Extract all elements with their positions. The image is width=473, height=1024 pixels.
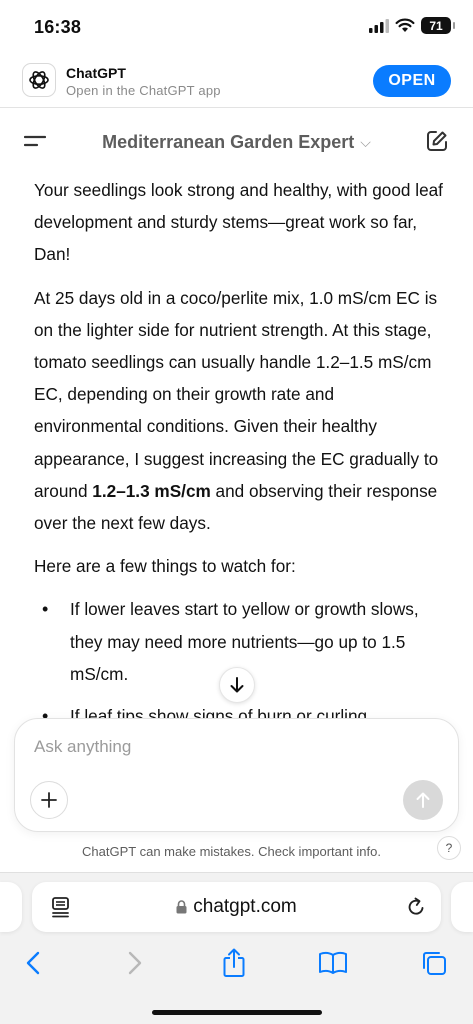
home-indicator [152, 1010, 322, 1015]
browser-toolbar: chatgpt.com [0, 872, 473, 1024]
tabs-icon [423, 952, 446, 975]
plus-icon [41, 792, 57, 808]
app-name: ChatGPT [66, 65, 126, 81]
composer: Ask anything [14, 718, 459, 832]
app-banner: ChatGPT Open in the ChatGPT app OPEN [0, 56, 473, 108]
scroll-down-button[interactable] [219, 667, 255, 703]
message-input[interactable]: Ask anything [34, 737, 131, 757]
url-text: chatgpt.com [193, 896, 297, 917]
bookmarks-button[interactable] [313, 943, 353, 983]
chatgpt-logo-icon [22, 63, 56, 97]
chat-header: Mediterranean Garden Expert ⌵ [0, 108, 473, 174]
message-paragraph: Your seedlings look strong and healthy, … [34, 180, 443, 265]
status-indicators: 71 [369, 17, 455, 34]
highlight-value: 1.2–1.3 mS/cm [92, 480, 211, 501]
wifi-icon [395, 18, 415, 32]
disclaimer-text: ChatGPT can make mistakes. Check importa… [82, 844, 381, 859]
message-paragraph: Here are a few things to watch for: [34, 556, 296, 577]
send-button[interactable] [403, 780, 443, 820]
chevron-left-icon [26, 951, 40, 975]
message-paragraph: At 25 days old in a coco/perlite mix, 1.… [34, 287, 439, 534]
navigation-toolbar [0, 943, 473, 987]
url-display[interactable]: chatgpt.com [32, 896, 441, 918]
open-app-button[interactable]: OPEN [373, 65, 451, 97]
help-button[interactable]: ? [437, 836, 461, 860]
gpt-selector[interactable]: Mediterranean Garden Expert ⌵ [0, 132, 473, 153]
address-bar[interactable]: chatgpt.com [32, 882, 441, 932]
status-time: 16:38 [34, 17, 82, 37]
book-icon [319, 951, 347, 974]
status-bar: 16:38 71 [0, 0, 473, 56]
page-title: Mediterranean Garden Expert [102, 132, 355, 152]
list-item: If leaf tips show signs of burn or curli… [34, 700, 444, 720]
lock-icon [176, 900, 187, 914]
back-button[interactable] [13, 943, 53, 983]
tabs-button[interactable] [414, 943, 454, 983]
cellular-signal-icon [369, 18, 389, 33]
share-icon [223, 948, 245, 977]
previous-tab-preview[interactable] [0, 882, 22, 932]
chevron-right-icon [128, 951, 142, 975]
new-chat-icon[interactable] [425, 129, 449, 153]
next-tab-preview[interactable] [451, 882, 473, 932]
share-button[interactable] [214, 943, 254, 983]
arrow-up-icon [416, 792, 430, 808]
reload-icon[interactable] [405, 896, 427, 918]
app-subtitle: Open in the ChatGPT app [66, 83, 221, 98]
battery-icon: 71 [421, 17, 455, 34]
assistant-message: Your seedlings look strong and healthy, … [34, 174, 444, 720]
forward-button[interactable] [115, 943, 155, 983]
attach-button[interactable] [30, 781, 68, 819]
arrow-down-icon [230, 677, 244, 693]
chevron-down-icon: ⌵ [360, 134, 371, 150]
